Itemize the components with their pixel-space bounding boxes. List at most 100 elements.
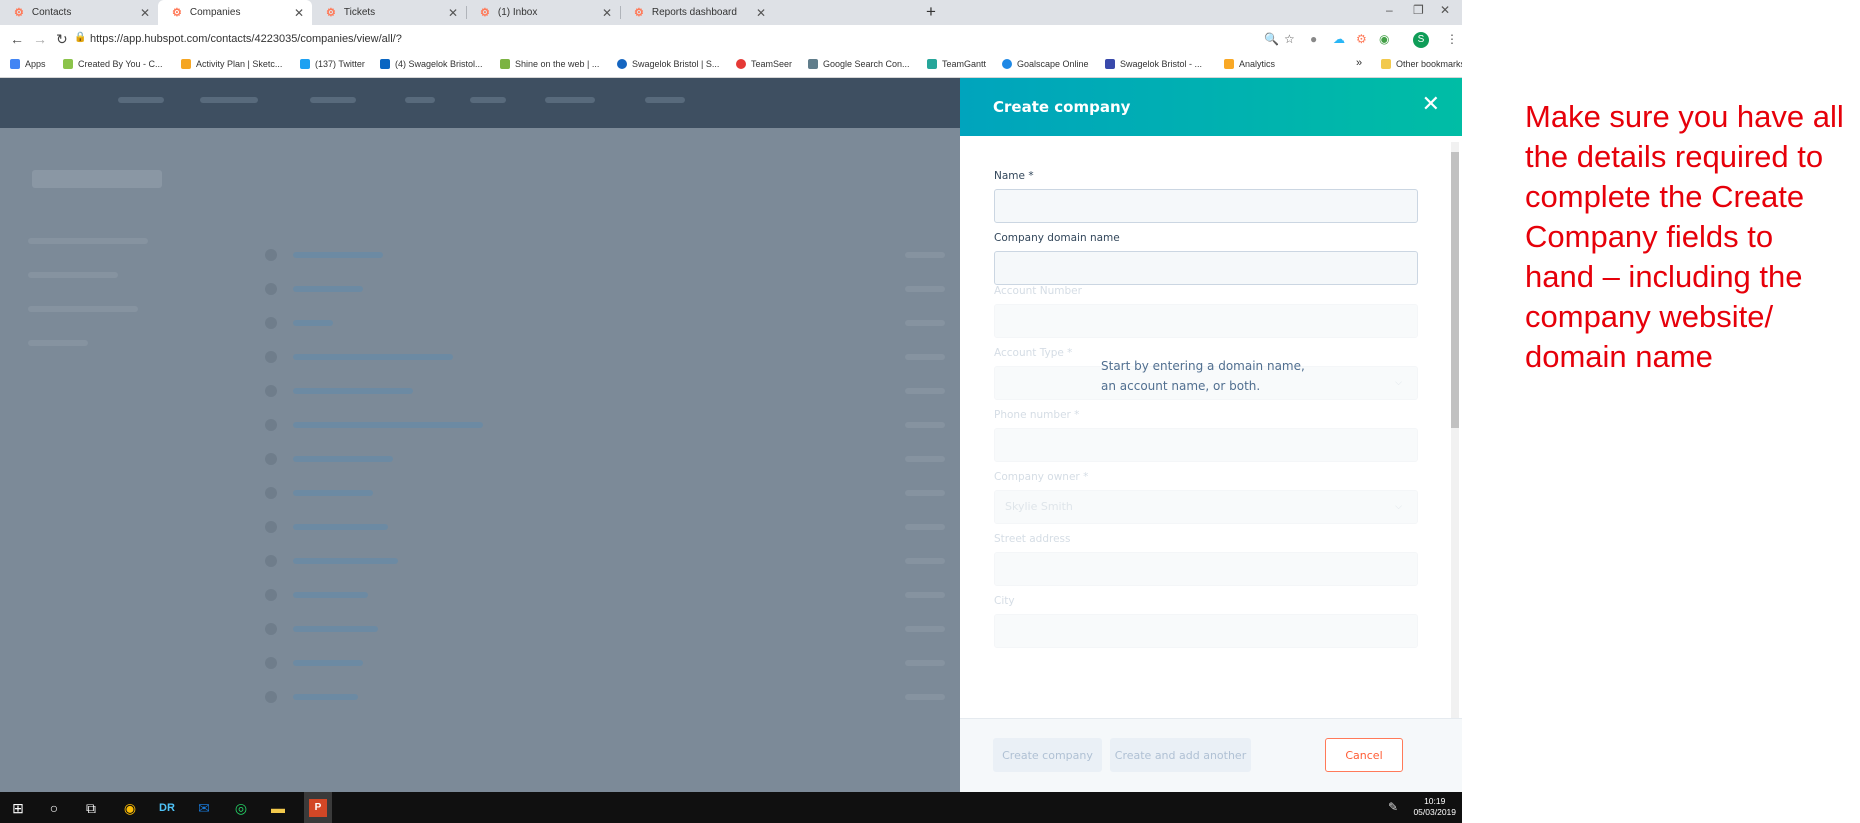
tab-inbox[interactable]: ⚙ (1) Inbox ✕ [466,0,620,25]
phone-number-input[interactable] [994,428,1418,462]
bookmark-label: Analytics [1239,59,1276,69]
bookmark-item[interactable]: Swagelok Bristol - ... [1105,59,1202,69]
pen-icon[interactable]: ✎ [1388,800,1398,814]
bookmarks-overflow-icon[interactable]: » [1356,57,1362,69]
domain-hint: Start by entering a domain name, an acco… [1101,356,1305,396]
browser-tab-strip: ⚙ Contacts ✕ ⚙ Companies ✕ ⚙ Tickets ✕ ⚙… [0,0,1462,25]
nav-placeholder [645,97,685,103]
zoom-icon[interactable]: 🔍 [1264,32,1279,46]
table-row [265,238,965,272]
grammar-extension-icon[interactable]: ◉ [1379,32,1389,46]
name-field: Name * [994,170,1418,223]
company-domain-input[interactable] [994,251,1418,285]
ghost-line [293,320,333,326]
tab-reports-dashboard[interactable]: ⚙ Reports dashboard ✕ [620,0,774,25]
close-icon[interactable]: ✕ [756,6,766,20]
restore-icon[interactable]: ❐ [1413,3,1424,17]
linkedin-icon [380,59,390,69]
bookmark-item[interactable]: Analytics [1224,59,1275,69]
hubspot-icon: ⚙ [634,7,644,19]
panel-scrollbar[interactable] [1451,142,1459,722]
close-icon[interactable]: ✕ [602,6,612,20]
reload-icon[interactable]: ↻ [56,31,68,48]
name-input[interactable] [994,189,1418,223]
close-icon[interactable]: ✕ [1422,93,1440,115]
ghost-line [293,354,453,360]
close-icon[interactable]: ✕ [448,6,458,20]
bookmark-item[interactable]: Shine on the web | ... [500,59,599,69]
ghost-line [905,456,945,462]
hubspot-icon: ⚙ [326,7,336,19]
menu-icon[interactable]: ⋮ [1446,32,1458,46]
create-and-add-another-button[interactable]: Create and add another [1110,738,1251,772]
file-explorer-icon[interactable]: ▬ [269,799,287,817]
create-company-button[interactable]: Create company [993,738,1102,772]
ghost-line [905,286,945,292]
row-avatar [265,487,277,499]
ghost-line [905,524,945,530]
ghost-line [293,694,358,700]
dr-app-icon[interactable]: DR [158,799,176,817]
bookmark-item[interactable]: Created By You - C... [63,59,163,69]
back-icon[interactable]: ← [10,31,24,47]
bookmark-item[interactable]: Google Search Con... [808,59,910,69]
ghost-line [905,320,945,326]
folder-icon [1381,59,1391,69]
close-icon[interactable]: ✕ [140,6,150,20]
cancel-button[interactable]: Cancel [1325,738,1403,772]
row-avatar [265,351,277,363]
tab-tickets[interactable]: ⚙ Tickets ✕ [312,0,466,25]
row-avatar [265,283,277,295]
bookmark-item[interactable]: TeamGantt [927,59,986,69]
row-avatar [265,555,277,567]
company-domain-field: Company domain name [994,232,1418,285]
hint-line: Start by entering a domain name, [1101,359,1305,373]
companies-table-placeholder [265,238,965,714]
tab-companies[interactable]: ⚙ Companies ✕ [158,0,312,25]
city-input[interactable] [994,614,1418,648]
outlook-icon[interactable]: ✉ [195,799,213,817]
cloud-extension-icon[interactable]: ☁ [1333,32,1345,46]
system-clock[interactable]: 10:19 05/03/2019 [1413,796,1456,818]
ghost-line [293,388,413,394]
bookmark-item[interactable]: (4) Swagelok Bristol... [380,59,483,69]
analytics-icon [1224,59,1234,69]
table-row [265,544,965,578]
forward-icon[interactable]: → [33,31,47,47]
chrome-icon[interactable]: ◉ [121,799,139,817]
extension-icon[interactable]: ● [1310,32,1317,46]
street-address-input[interactable] [994,552,1418,586]
new-tab-icon[interactable]: + [926,2,936,22]
windows-start-icon[interactable]: ⊞ [9,799,27,817]
panel-footer: Create company Create and add another Ca… [960,718,1462,792]
company-owner-select[interactable]: Skylie Smith [994,490,1418,524]
close-icon[interactable]: ✕ [294,6,304,20]
scrollbar-thumb[interactable] [1451,152,1459,428]
hubspot-extension-icon[interactable]: ⚙ [1356,32,1367,46]
bookmark-apps[interactable]: Apps [10,59,46,69]
street-address-label: Street address [994,533,1071,545]
task-view-icon[interactable]: ⧉ [82,799,100,817]
bookmark-item[interactable]: Goalscape Online [1002,59,1089,69]
url-input[interactable]: https://app.hubspot.com/contacts/4223035… [90,33,402,45]
bookmark-favicon [927,59,937,69]
bookmark-item[interactable]: TeamSeer [736,59,792,69]
whatsapp-icon[interactable]: ◎ [232,799,250,817]
powerpoint-icon[interactable]: P [309,799,327,817]
tab-label: Tickets [343,7,376,18]
bookmark-star-icon[interactable]: ☆ [1284,32,1295,46]
profile-avatar[interactable]: S [1413,32,1429,48]
ghost-line [293,524,388,530]
account-number-input[interactable] [994,304,1418,338]
bookmark-favicon [500,59,510,69]
search-icon[interactable]: ○ [45,799,63,817]
row-avatar [265,623,277,635]
tab-contacts[interactable]: ⚙ Contacts ✕ [0,0,158,25]
create-company-panel: Create company ✕ Name * Company domain n… [960,78,1462,792]
bookmark-item[interactable]: Activity Plan | Sketc... [181,59,282,69]
bookmark-item[interactable]: (137) Twitter [300,59,365,69]
window-close-icon[interactable]: ✕ [1440,3,1450,17]
bookmark-item[interactable]: Swagelok Bristol | S... [617,59,719,69]
other-bookmarks[interactable]: Other bookmarks [1381,59,1462,69]
minimize-icon[interactable]: – [1386,3,1393,17]
